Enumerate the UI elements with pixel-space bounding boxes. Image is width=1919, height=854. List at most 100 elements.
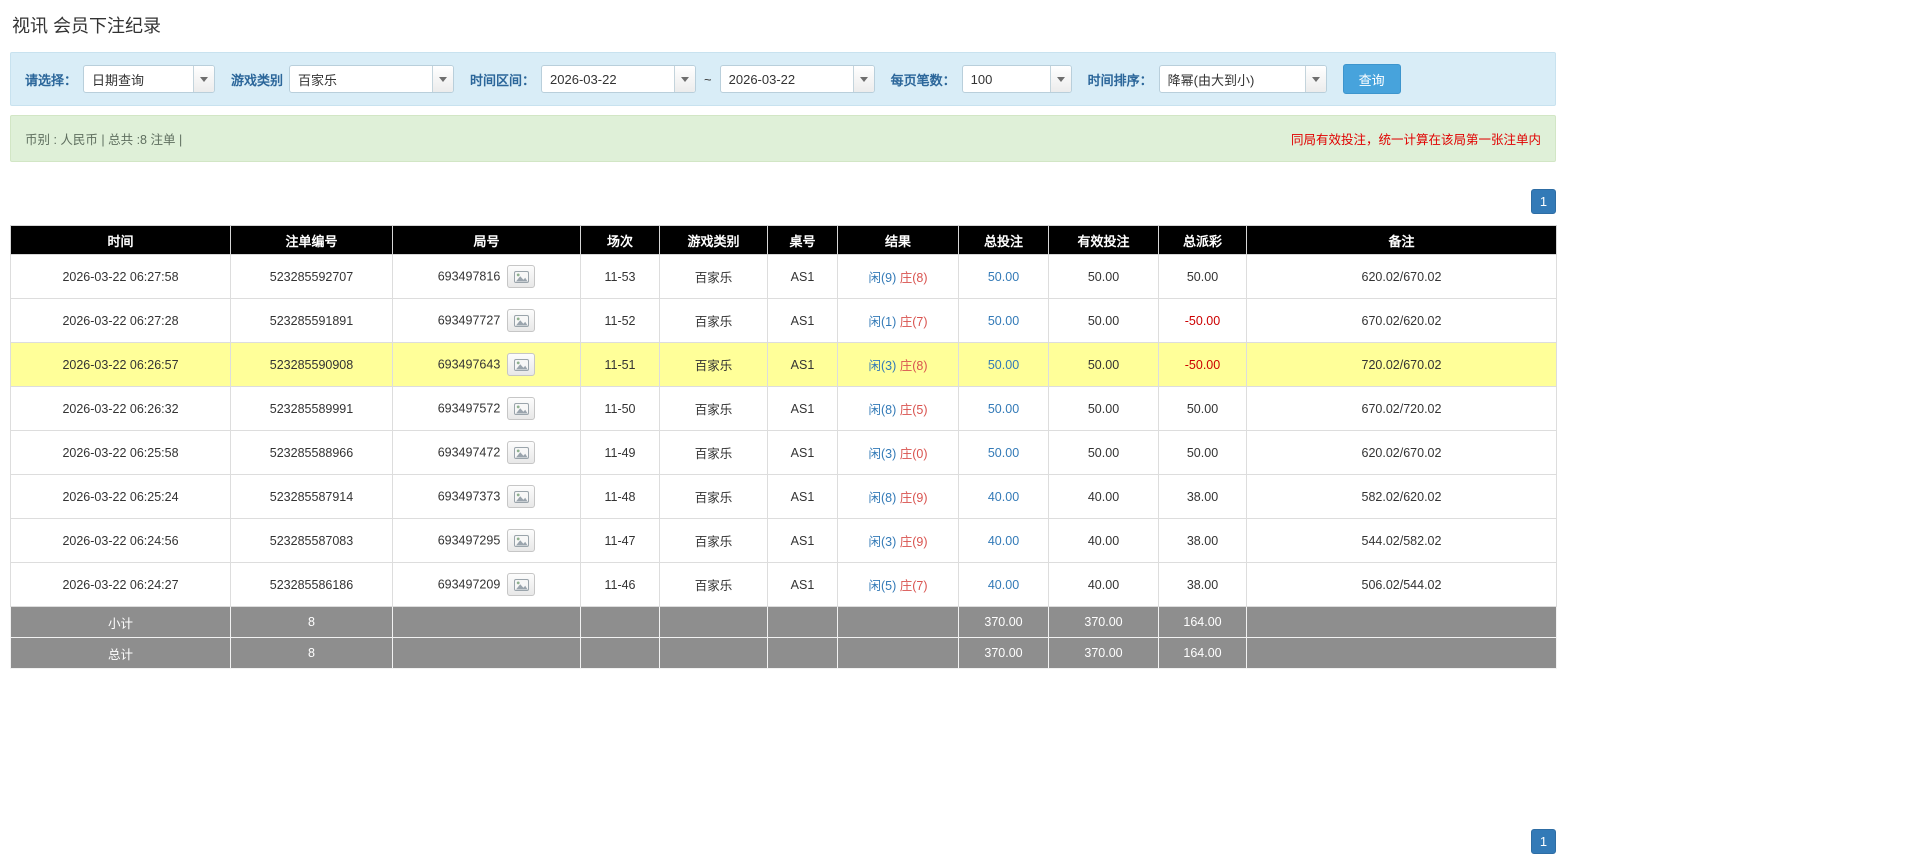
page-title: 视讯 会员下注纪录 xyxy=(12,12,1556,38)
cell-total-bet: 50.00 xyxy=(959,299,1049,343)
cell-result: 闲(5) 庄(7) xyxy=(838,563,959,607)
cell-total-bet: 40.00 xyxy=(959,563,1049,607)
cell-session: 11-46 xyxy=(581,563,660,607)
view-round-button[interactable] xyxy=(507,573,535,596)
cell-bet-id: 523285589991 xyxy=(231,387,393,431)
view-round-button[interactable] xyxy=(507,309,535,332)
summary-note: 同局有效投注，统一计算在该局第一张注单内 xyxy=(1291,129,1541,148)
cell-valid-bet: 40.00 xyxy=(1049,519,1159,563)
header-payout: 总派彩 xyxy=(1159,226,1247,255)
search-button[interactable]: 查询 xyxy=(1343,64,1401,94)
cell-valid-bet: 40.00 xyxy=(1049,475,1159,519)
cell-valid-bet: 50.00 xyxy=(1049,387,1159,431)
cell-valid-bet: 50.00 xyxy=(1049,431,1159,475)
total-bet-link[interactable]: 50.00 xyxy=(988,358,1019,372)
cell-valid-bet: 50.00 xyxy=(1049,255,1159,299)
page-button-1[interactable]: 1 xyxy=(1531,189,1556,214)
cell-total-bet: 50.00 xyxy=(959,431,1049,475)
header-remark: 备注 xyxy=(1247,226,1557,255)
view-round-button[interactable] xyxy=(507,485,535,508)
cell-bet-id: 523285590908 xyxy=(231,343,393,387)
sort-order-label: 时间排序： xyxy=(1088,70,1153,89)
date-to-select[interactable]: 2026-03-22 xyxy=(720,65,875,93)
chevron-down-icon[interactable] xyxy=(432,66,453,92)
cell-table-no: AS1 xyxy=(768,343,838,387)
total-bet-link[interactable]: 50.00 xyxy=(988,402,1019,416)
cell-session: 11-52 xyxy=(581,299,660,343)
image-icon xyxy=(514,271,529,283)
cell-session: 11-47 xyxy=(581,519,660,563)
cell-round-id: 693497727 xyxy=(393,299,581,343)
cell-time: 2026-03-22 06:26:57 xyxy=(11,343,231,387)
total-total-bet: 370.00 xyxy=(959,638,1049,669)
total-bet-link[interactable]: 50.00 xyxy=(988,314,1019,328)
cell-session: 11-50 xyxy=(581,387,660,431)
total-empty xyxy=(1247,638,1557,669)
game-type-select[interactable]: 百家乐 xyxy=(289,65,454,93)
total-bet-link[interactable]: 40.00 xyxy=(988,490,1019,504)
subtotal-row: 小计 8 370.00 370.00 164.00 xyxy=(11,607,1557,638)
total-bet-link[interactable]: 50.00 xyxy=(988,270,1019,284)
cell-session: 11-48 xyxy=(581,475,660,519)
chevron-down-icon[interactable] xyxy=(193,66,214,92)
cell-round-id: 693497472 xyxy=(393,431,581,475)
cell-bet-id: 523285588966 xyxy=(231,431,393,475)
total-payout: 164.00 xyxy=(1159,638,1247,669)
view-round-button[interactable] xyxy=(507,441,535,464)
page-size-label: 每页笔数： xyxy=(891,70,956,89)
total-bet-link[interactable]: 40.00 xyxy=(988,534,1019,548)
cell-time: 2026-03-22 06:25:58 xyxy=(11,431,231,475)
chevron-down-icon[interactable] xyxy=(674,66,695,92)
subtotal-empty xyxy=(1247,607,1557,638)
date-from-select[interactable]: 2026-03-22 xyxy=(541,65,696,93)
table-row: 2026-03-22 06:24:27523285586186693497209… xyxy=(11,563,1557,607)
cell-payout: 38.00 xyxy=(1159,475,1247,519)
view-round-button[interactable] xyxy=(507,353,535,376)
cell-result: 闲(9) 庄(8) xyxy=(838,255,959,299)
game-type-label: 游戏类别 xyxy=(231,70,283,89)
query-type-select[interactable]: 日期查询 xyxy=(83,65,215,93)
cell-game-type: 百家乐 xyxy=(660,563,768,607)
cell-game-type: 百家乐 xyxy=(660,343,768,387)
cell-remark: 544.02/582.02 xyxy=(1247,519,1557,563)
total-label: 总计 xyxy=(11,638,231,669)
query-type-value: 日期查询 xyxy=(84,66,193,92)
total-empty xyxy=(660,638,768,669)
cell-game-type: 百家乐 xyxy=(660,387,768,431)
pagination-bottom: 1 xyxy=(10,829,1556,854)
chevron-down-icon[interactable] xyxy=(1050,66,1071,92)
image-icon xyxy=(514,403,529,415)
cell-result: 闲(3) 庄(0) xyxy=(838,431,959,475)
cell-table-no: AS1 xyxy=(768,255,838,299)
cell-round-id: 693497373 xyxy=(393,475,581,519)
table-row: 2026-03-22 06:27:28523285591891693497727… xyxy=(11,299,1557,343)
cell-round-id: 693497295 xyxy=(393,519,581,563)
chevron-down-icon[interactable] xyxy=(853,66,874,92)
header-session: 场次 xyxy=(581,226,660,255)
sort-order-select[interactable]: 降幂(由大到小) xyxy=(1159,65,1327,93)
table-row: 2026-03-22 06:24:56523285587083693497295… xyxy=(11,519,1557,563)
cell-bet-id: 523285592707 xyxy=(231,255,393,299)
image-icon xyxy=(514,535,529,547)
cell-time: 2026-03-22 06:26:32 xyxy=(11,387,231,431)
chevron-down-icon[interactable] xyxy=(1305,66,1326,92)
subtotal-empty xyxy=(393,607,581,638)
image-icon xyxy=(514,491,529,503)
view-round-button[interactable] xyxy=(507,265,535,288)
header-total-bet: 总投注 xyxy=(959,226,1049,255)
cell-result: 闲(3) 庄(8) xyxy=(838,343,959,387)
total-bet-link[interactable]: 40.00 xyxy=(988,578,1019,592)
cell-valid-bet: 50.00 xyxy=(1049,299,1159,343)
page-size-value: 100 xyxy=(963,66,1050,92)
view-round-button[interactable] xyxy=(507,529,535,552)
date-to-value: 2026-03-22 xyxy=(721,66,853,92)
subtotal-empty xyxy=(838,607,959,638)
cell-remark: 620.02/670.02 xyxy=(1247,255,1557,299)
page-button-1-bottom[interactable]: 1 xyxy=(1531,829,1556,854)
page-size-select[interactable]: 100 xyxy=(962,65,1072,93)
view-round-button[interactable] xyxy=(507,397,535,420)
cell-total-bet: 40.00 xyxy=(959,475,1049,519)
total-bet-link[interactable]: 50.00 xyxy=(988,446,1019,460)
date-from-value: 2026-03-22 xyxy=(542,66,674,92)
cell-bet-id: 523285591891 xyxy=(231,299,393,343)
